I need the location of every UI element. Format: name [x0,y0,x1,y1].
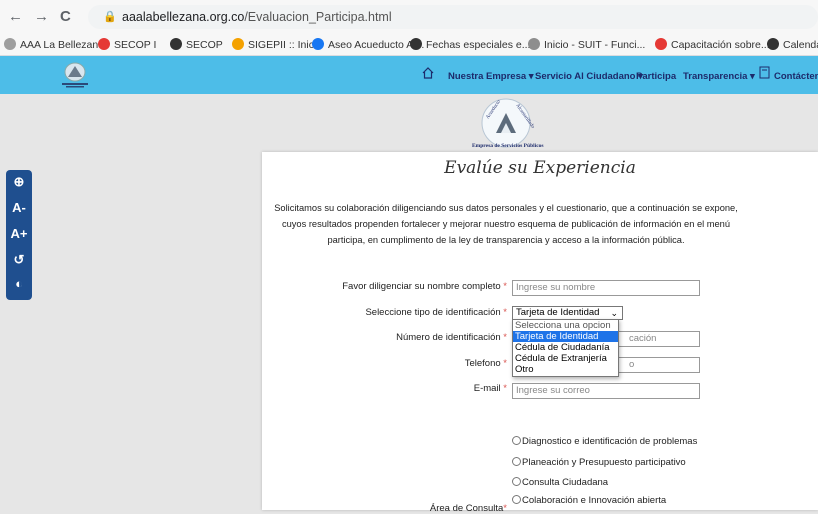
radio-colaboracion[interactable]: Colaboración e Innovación abierta [512,495,666,506]
bookmark-label: SECOP [186,39,223,51]
bookmark-favicon-icon [312,38,324,50]
chevron-down-icon: ⌄ [610,308,618,318]
contrast-icon[interactable]: ◐ [6,276,32,291]
increase-font-button[interactable]: A+ [6,226,32,241]
option-tarjeta-identidad[interactable]: Tarjeta de Identidad [513,331,618,342]
id-type-label: Seleccione tipo de identificación * [365,307,507,318]
name-label: Favor diligenciar su nombre completo * [342,281,507,292]
bookmark-favicon-icon [655,38,667,50]
forward-button[interactable]: → [34,8,49,25]
bookmark-item[interactable]: Inicio - SUIT - Funci... [528,38,645,51]
bookmark-favicon-icon [767,38,779,50]
phone-label: Telefono * [464,358,507,369]
nav-participa[interactable]: Participa [636,71,676,82]
option-cedula-extranjeria[interactable]: Cédula de Extranjería [513,353,618,364]
option-selecciona[interactable]: Selecciona una opcion [513,320,618,331]
logo-caption: Empresa de Servicios Públicos [472,143,544,149]
bookmark-item[interactable]: SECOP [170,38,223,51]
reset-icon[interactable]: ↺ [6,252,32,268]
bookmark-label: Calendar [783,39,818,51]
bookmark-item[interactable]: SECOP I [98,38,156,51]
bookmark-favicon-icon [4,38,16,50]
bookmark-favicon-icon [410,38,422,50]
bookmark-favicon-icon [528,38,540,50]
bookmark-label: Capacitación sobre... [671,39,770,51]
bookmark-label: Inicio - SUIT - Funci... [544,39,646,51]
nav-contactenos[interactable]: Contácten [774,71,818,82]
bookmark-item[interactable]: Aseo Acueducto Al... [312,38,424,51]
site-logo[interactable] [58,60,92,90]
intro-text: Solicitamos su colaboración diligenciand… [274,203,738,245]
nav-servicio-ciudadano[interactable]: Servicio Al Ciudadano ▾ [535,71,643,82]
url-text[interactable]: aaalabellezana.org.co/Evaluacion_Partici… [122,10,392,24]
radio-circle[interactable] [512,436,521,445]
id-number-label: Número de identificación * [396,332,507,343]
option-cedula-ciudadania[interactable]: Cédula de Ciudadanía [513,342,618,353]
email-label: E-mail * [473,383,507,394]
bookmark-label: Fechas especiales e... [426,39,531,51]
bookmark-label: SECOP I [114,39,157,51]
bookmark-item[interactable]: Fechas especiales e... [410,38,530,51]
lock-icon: 🔒 [103,11,117,23]
reload-button[interactable]: C [60,8,71,25]
bookmark-item[interactable]: Calendar [767,38,818,51]
back-button[interactable]: ← [8,8,23,25]
page-title: Evalúe su Experiencia [444,158,636,178]
bookmark-item[interactable]: AAA La Bellezana [4,38,104,51]
bookmark-label: SIGEPII :: Inicio [248,39,323,51]
decrease-font-button[interactable]: A- [6,200,32,215]
area-label: Área de Consulta* [429,503,507,514]
id-type-select[interactable]: Tarjeta de Identidad ⌄ [512,306,623,320]
radio-circle[interactable] [512,457,521,466]
id-type-dropdown: Selecciona una opcion Tarjeta de Identid… [512,319,619,377]
radio-planeacion[interactable]: Planeación y Presupuesto participativo [512,457,686,468]
email-input[interactable]: Ingrese su correo [512,383,700,399]
contact-icon [759,66,770,79]
bookmark-item[interactable]: Capacitación sobre... [655,38,770,51]
nav-nuestra-empresa[interactable]: Nuestra Empresa ▾ [448,71,534,82]
home-icon[interactable] [421,66,435,80]
bookmark-favicon-icon [170,38,182,50]
radio-circle[interactable] [512,495,521,504]
bookmark-item[interactable]: SIGEPII :: Inicio [232,38,322,51]
name-input[interactable]: Ingrese su nombre [512,280,700,296]
option-otro[interactable]: Otro [513,364,618,375]
accessibility-icon[interactable]: ⊕ [6,174,32,190]
nav-transparencia[interactable]: Transparencia ▾ [683,71,755,82]
radio-diagnostico[interactable]: Diagnostico e identificación de problema… [512,436,697,447]
bookmark-favicon-icon [232,38,244,50]
bookmark-favicon-icon [98,38,110,50]
bookmark-label: AAA La Bellezana [20,39,105,51]
radio-circle[interactable] [512,477,521,486]
radio-consulta[interactable]: Consulta Ciudadana [512,477,608,488]
